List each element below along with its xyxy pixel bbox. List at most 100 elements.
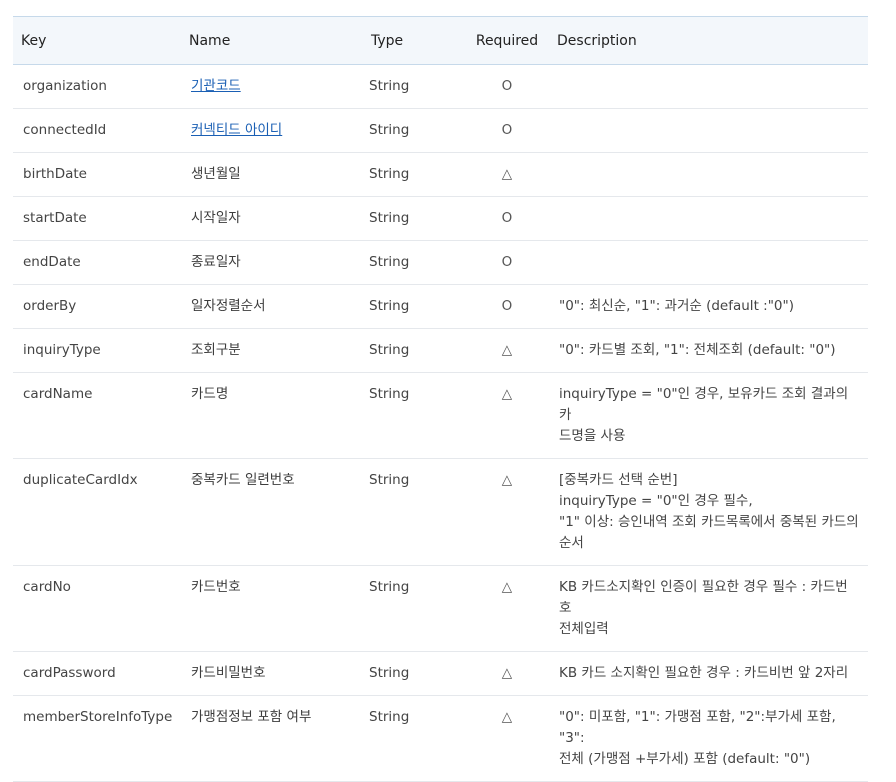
param-required: △ <box>501 386 513 402</box>
table-row: inquiryType 조회구분 String △ "0": 카드별 조회, "1": … <box>13 329 868 373</box>
description-line: 전체입력 <box>559 621 609 637</box>
param-description: [중복카드 선택 순번] inquiryType = "0"인 경우 필수, "1"… <box>549 459 868 566</box>
column-header-type: Type <box>371 32 404 49</box>
param-description: KB 카드소지확인 인증이 필요한 경우 필수 : 카드번호전체입력 <box>549 566 868 652</box>
param-description <box>549 241 868 285</box>
table-body: organization 기관코드 String OconnectedId 커넥티드 아… <box>13 65 868 782</box>
param-required: △ <box>501 472 513 488</box>
description-line: KB 카드소지확인 인증이 필요한 경우 필수 : 카드번호 <box>559 579 848 616</box>
param-name: 생년월일 <box>191 166 241 182</box>
param-required: △ <box>501 166 513 182</box>
param-name: 중복카드 일련번호 <box>191 472 295 488</box>
param-name-cell: 카드명 <box>181 373 367 459</box>
param-description: KB 카드 소지확인 필요한 경우 : 카드비번 앞 2자리 <box>549 652 868 696</box>
param-name: 카드번호 <box>191 579 241 595</box>
param-key: cardName <box>23 386 93 402</box>
param-name-cell: 카드번호 <box>181 566 367 652</box>
param-name: 가맹점정보 포함 여부 <box>191 709 312 725</box>
table-row: cardPassword 카드비밀번호 String △ KB 카드 소지확인 필요한 … <box>13 652 868 696</box>
param-type: String <box>369 78 410 94</box>
param-required: △ <box>501 709 513 725</box>
param-type: String <box>369 166 410 182</box>
table-header: Key Name Type Required Description <box>13 16 868 65</box>
param-name: 시작일자 <box>191 210 241 226</box>
param-key: cardNo <box>23 579 71 595</box>
param-description: "0": 미포함, "1": 가맹점 포함, "2":부가세 포함, "3": 전… <box>549 696 868 782</box>
param-key: birthDate <box>23 166 87 182</box>
param-description <box>549 197 868 241</box>
param-required: △ <box>501 665 513 681</box>
param-description <box>549 109 868 153</box>
param-key: orderBy <box>23 298 77 314</box>
param-type: String <box>369 210 410 226</box>
param-name-link[interactable]: 커넥티드 아이디 <box>191 122 282 138</box>
param-key: duplicateCardIdx <box>23 472 138 488</box>
param-description <box>549 65 868 109</box>
description-line: KB 카드 소지확인 필요한 경우 : 카드비번 앞 2자리 <box>559 665 849 681</box>
param-type: String <box>369 579 410 595</box>
table-row: birthDate 생년월일 String △ <box>13 153 868 197</box>
param-required: O <box>501 298 513 314</box>
description-line: "0": 미포함, "1": 가맹점 포함, "2":부가세 포함, "3": <box>559 709 836 746</box>
param-type: String <box>369 254 410 270</box>
param-name: 일자정렬순서 <box>191 298 266 314</box>
param-type: String <box>369 472 410 488</box>
column-header-key: Key <box>21 32 47 49</box>
param-required: O <box>501 210 513 226</box>
param-required: △ <box>501 579 513 595</box>
description-line: 전체 (가맹점 +부가세) 포함 (default: "0") <box>559 751 811 767</box>
param-description <box>549 153 868 197</box>
param-name: 조회구분 <box>191 342 241 358</box>
param-key: organization <box>23 78 107 94</box>
param-name-cell: 기관코드 <box>181 65 367 109</box>
param-type: String <box>369 298 410 314</box>
description-line: inquiryType = "0"인 경우 필수, <box>559 493 753 509</box>
param-type: String <box>369 709 410 725</box>
param-type: String <box>369 342 410 358</box>
param-type: String <box>369 122 410 138</box>
table-row: duplicateCardIdx 중복카드 일련번호 String △ [중복카드 선택… <box>13 459 868 566</box>
param-name: 카드명 <box>191 386 229 402</box>
param-key: cardPassword <box>23 665 116 681</box>
param-required: O <box>501 254 513 270</box>
table-row: memberStoreInfoType 가맹점정보 포함 여부 String △ "0"… <box>13 696 868 782</box>
description-line: inquiryType = "0"인 경우, 보유카드 조회 결과의 카 <box>559 386 849 423</box>
table-row: cardNo 카드번호 String △ KB 카드소지확인 인증이 필요한 경우 필수… <box>13 566 868 652</box>
param-type: String <box>369 665 410 681</box>
table-row: cardName 카드명 String △ inquiryType = "0"인 경우,… <box>13 373 868 459</box>
param-name-cell: 가맹점정보 포함 여부 <box>181 696 367 782</box>
header-row: Key Name Type Required Description <box>13 16 868 65</box>
param-type: String <box>369 386 410 402</box>
param-description: inquiryType = "0"인 경우, 보유카드 조회 결과의 카드명을 … <box>549 373 868 459</box>
description-line: 드명을 사용 <box>559 428 626 444</box>
param-name-link[interactable]: 기관코드 <box>191 78 241 94</box>
description-line: "1" 이상: 승인내역 조회 카드목록에서 중복된 카드의 <box>559 514 859 530</box>
parameter-table-container: Key Name Type Required Description organ… <box>13 16 868 782</box>
param-description: "0": 카드별 조회, "1": 전체조회 (default: "0") <box>549 329 868 373</box>
param-name-cell: 중복카드 일련번호 <box>181 459 367 566</box>
description-line: "0": 최신순, "1": 과거순 (default :"0") <box>559 298 794 314</box>
description-line: [중복카드 선택 순번] <box>559 472 678 488</box>
column-header-required: Required <box>475 32 539 49</box>
param-key: connectedId <box>23 122 107 138</box>
description-line: "0": 카드별 조회, "1": 전체조회 (default: "0") <box>559 342 836 358</box>
column-header-description: Description <box>557 32 637 49</box>
param-required: △ <box>501 342 513 358</box>
param-required: O <box>501 78 513 94</box>
param-name-cell: 커넥티드 아이디 <box>181 109 367 153</box>
param-name-cell: 시작일자 <box>181 197 367 241</box>
description-line: 순서 <box>559 535 584 551</box>
param-name-cell: 생년월일 <box>181 153 367 197</box>
param-name-cell: 조회구분 <box>181 329 367 373</box>
param-name-cell: 종료일자 <box>181 241 367 285</box>
table-row: organization 기관코드 String O <box>13 65 868 109</box>
param-name-cell: 카드비밀번호 <box>181 652 367 696</box>
column-header-name: Name <box>189 32 231 49</box>
param-name: 카드비밀번호 <box>191 665 266 681</box>
table-row: endDate 종료일자 String O <box>13 241 868 285</box>
param-key: inquiryType <box>23 342 101 358</box>
parameter-table: Key Name Type Required Description organ… <box>13 16 868 782</box>
param-name-cell: 일자정렬순서 <box>181 285 367 329</box>
table-row: orderBy 일자정렬순서 String O "0": 최신순, "1": 과거순 (… <box>13 285 868 329</box>
table-row: startDate 시작일자 String O <box>13 197 868 241</box>
